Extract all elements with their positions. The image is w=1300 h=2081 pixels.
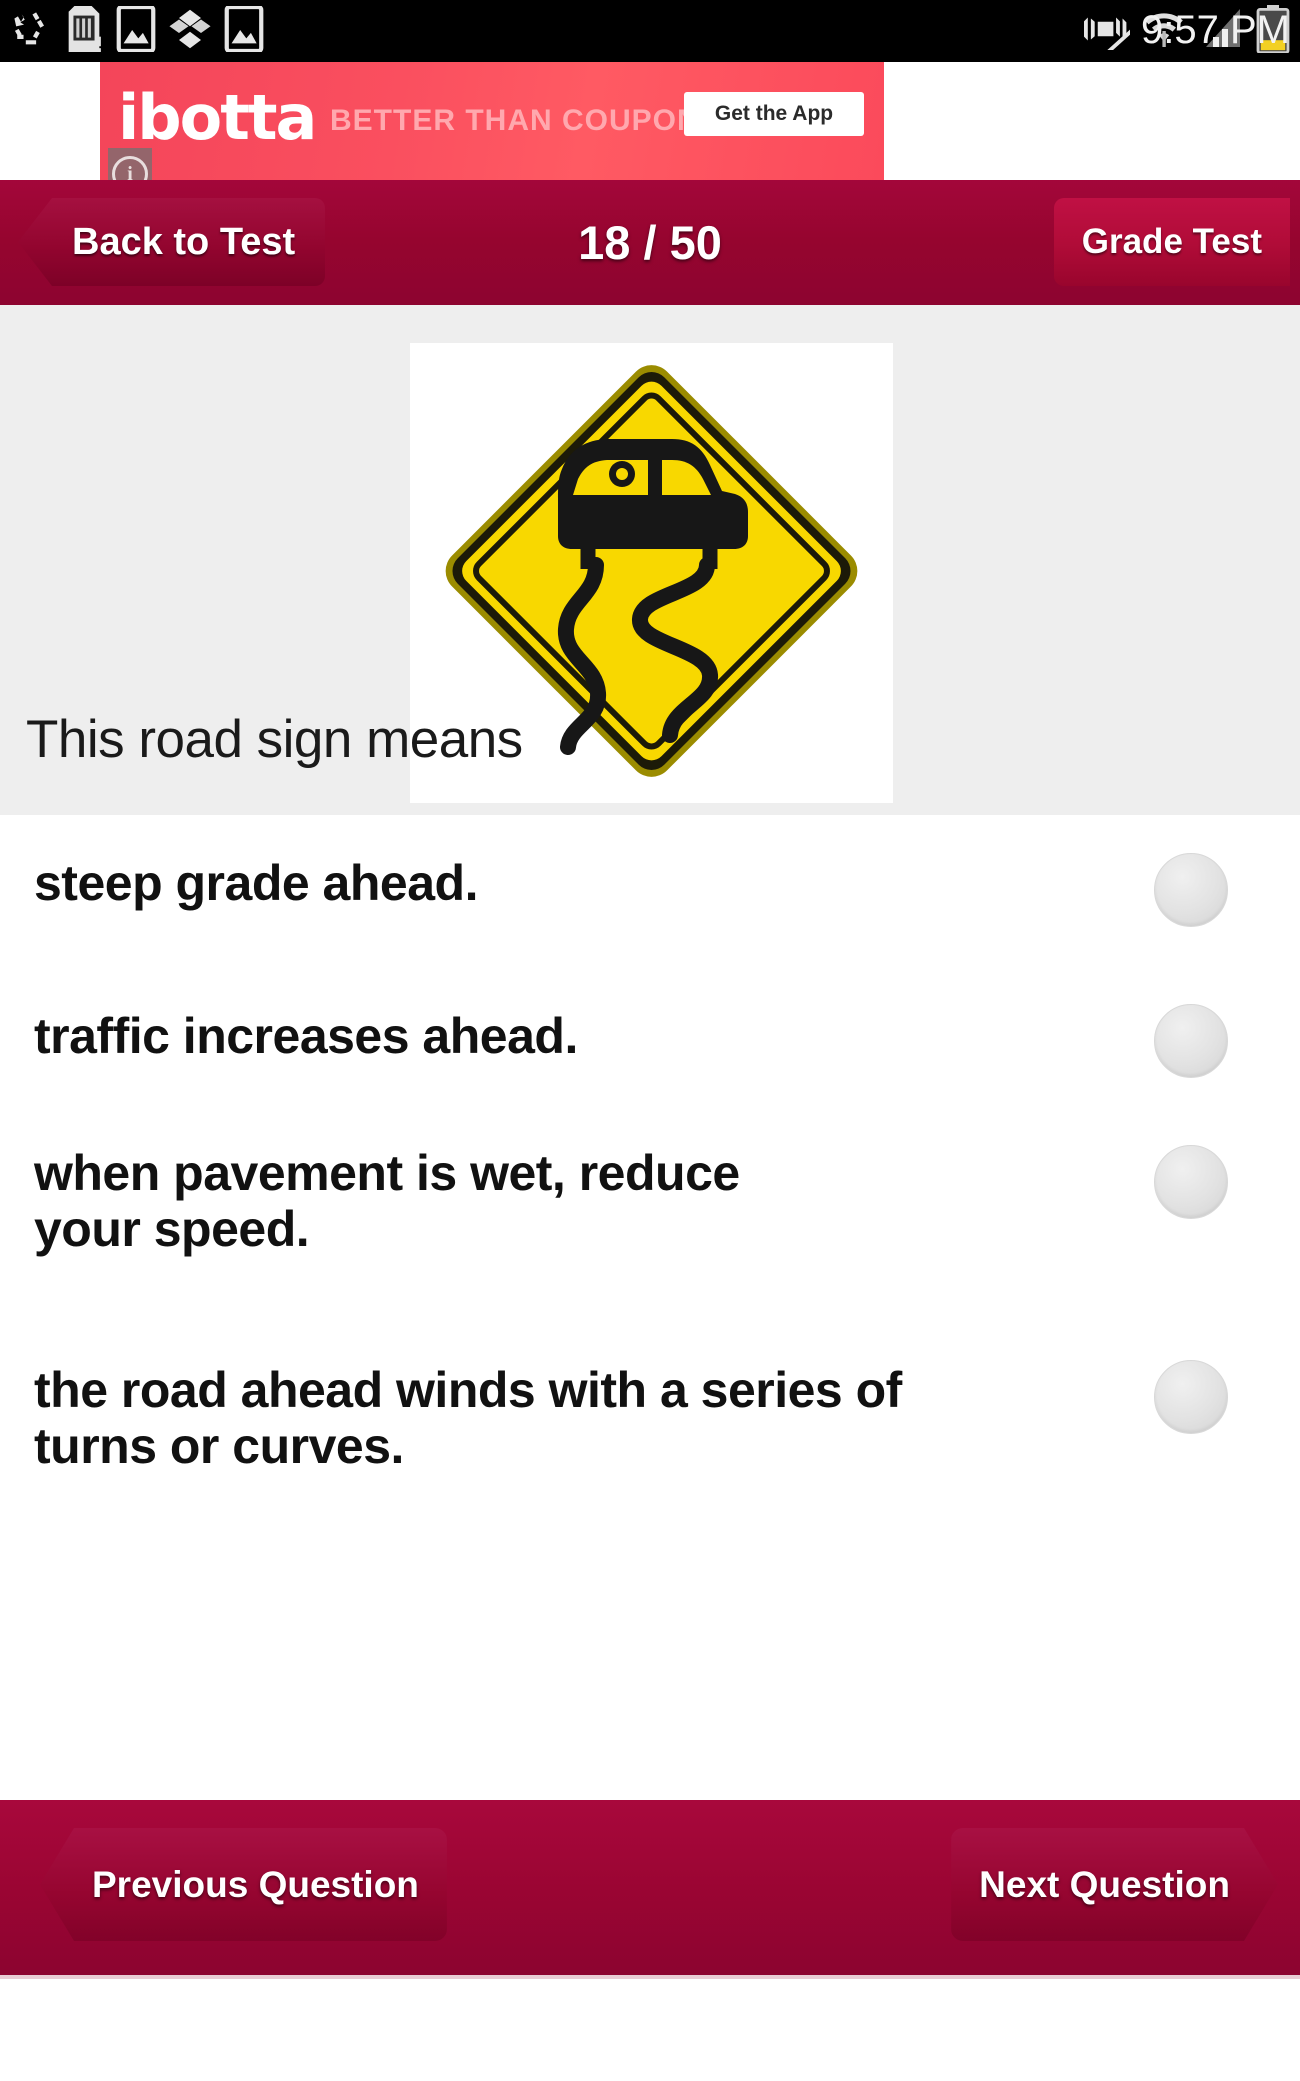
- next-question-button[interactable]: Next Question: [951, 1828, 1278, 1941]
- grade-test-label: Grade Test: [1081, 222, 1262, 261]
- answer-option-3-label: when pavement is wet, reduce your speed.: [34, 1145, 740, 1257]
- answer-option-1-radio[interactable]: [1154, 853, 1228, 927]
- get-the-app-label: Get the App: [714, 102, 834, 125]
- answer-option-3-radio[interactable]: [1154, 1145, 1228, 1219]
- answer-option-4-label: the road ahead winds with a series of tu…: [34, 1362, 902, 1474]
- screenshot-image-icon: [116, 4, 156, 57]
- dropbox-icon: [168, 7, 212, 56]
- answer-option-1[interactable]: steep grade ahead.: [0, 815, 1300, 990]
- question-prompt: This road sign means: [26, 710, 523, 769]
- next-question-label: Next Question: [979, 1863, 1230, 1905]
- status-bar-clock: 9:57 PM: [1141, 8, 1290, 52]
- answer-option-3[interactable]: when pavement is wet, reduce your speed.: [0, 1105, 1300, 1330]
- answer-option-4[interactable]: the road ahead winds with a series of tu…: [0, 1330, 1300, 1560]
- question-panel: This road sign means: [0, 305, 1300, 815]
- answer-options-list: steep grade ahead. traffic increases ahe…: [0, 815, 1300, 1800]
- answer-option-2-label: traffic increases ahead.: [34, 1008, 578, 1064]
- back-to-test-label: Back to Test: [72, 220, 296, 263]
- answer-option-1-label: steep grade ahead.: [34, 855, 478, 911]
- ad-info-badge[interactable]: i: [108, 148, 152, 180]
- ad-tagline: BETTER THAN COUPONS: [330, 104, 721, 137]
- previous-question-button[interactable]: Previous Question: [40, 1828, 447, 1941]
- answer-option-2-radio[interactable]: [1154, 1004, 1228, 1078]
- recycle-icon: [8, 8, 52, 55]
- answer-option-2[interactable]: traffic increases ahead.: [0, 990, 1300, 1105]
- previous-question-label: Previous Question: [92, 1863, 419, 1905]
- grade-test-button[interactable]: Grade Test: [1053, 198, 1290, 286]
- advertisement-banner[interactable]: ibotta BETTER THAN COUPONS Get the App i: [100, 62, 884, 180]
- android-status-bar: 9:57 PM: [0, 0, 1300, 62]
- gallery-image-icon: [224, 4, 264, 57]
- sd-card-alert-icon: [64, 5, 104, 57]
- get-the-app-button[interactable]: Get the App: [684, 92, 864, 136]
- quiz-header-bar: 18 / 50 Back to Test Grade Test: [0, 180, 1300, 305]
- back-to-test-button[interactable]: Back to Test: [18, 198, 326, 286]
- status-bar-left-icons: [8, 0, 264, 62]
- answer-option-4-radio[interactable]: [1154, 1360, 1228, 1434]
- ad-brand-logo: ibotta: [118, 81, 317, 154]
- quiz-footer-bar: Previous Question Next Question: [0, 1800, 1300, 1979]
- vibrate-off-icon: [1080, 8, 1137, 60]
- page-bottom-whitespace: [0, 1979, 1300, 2081]
- info-icon: i: [112, 156, 148, 180]
